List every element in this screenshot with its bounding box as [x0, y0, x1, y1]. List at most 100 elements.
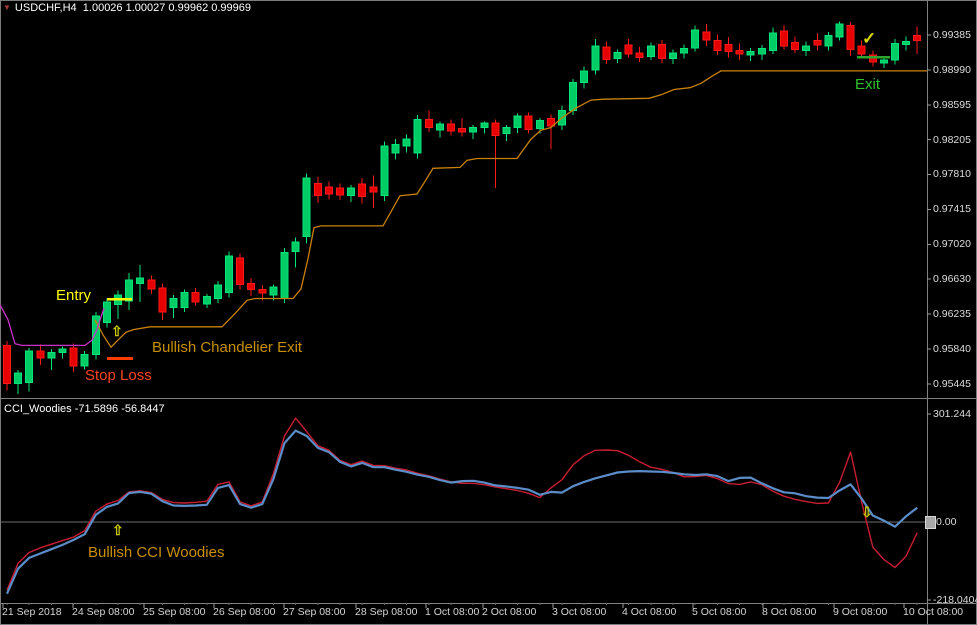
candle	[26, 351, 33, 383]
candle	[614, 52, 621, 58]
cci-current-value-marker	[925, 516, 936, 529]
candle	[192, 292, 199, 302]
candle	[325, 187, 332, 194]
candle	[636, 53, 643, 57]
chart-title: ▼ USDCHF,H4 1.00026 1.00027 0.99962 0.999…	[3, 3, 251, 14]
candle	[825, 35, 832, 46]
candle	[603, 47, 610, 59]
bullish_chandelier_exit	[95, 71, 927, 347]
candle	[758, 49, 765, 54]
candle	[126, 280, 133, 301]
candle	[48, 353, 55, 358]
mt4-chart-window: ▼ USDCHF,H4 1.00026 1.00027 0.99962 0.999…	[0, 0, 977, 625]
candle	[4, 345, 11, 383]
entry-line[interactable]	[107, 298, 132, 301]
candle	[248, 283, 255, 289]
time-tick-label: 24 Sep 08:00	[72, 607, 134, 618]
candle	[70, 348, 77, 366]
time-tick-label: 4 Oct 08:00	[622, 607, 676, 618]
time-tick-label: 3 Oct 08:00	[552, 607, 606, 618]
stop_loss-line[interactable]	[107, 357, 133, 360]
buy-arrow-icon[interactable]: ⇧	[111, 324, 123, 338]
candle	[481, 123, 488, 127]
time-tick-label: 9 Oct 08:00	[833, 607, 887, 618]
cci-down-arrow-icon[interactable]: ⇩	[861, 505, 873, 519]
frame-lines	[0, 0, 977, 625]
candle	[880, 60, 887, 63]
candle	[703, 32, 710, 40]
time-tick-label: 10 Oct 08:00	[903, 607, 963, 618]
candle	[425, 120, 432, 128]
price-tick-label: 0.99385	[933, 30, 971, 41]
candle	[414, 120, 421, 154]
candle	[37, 351, 44, 358]
time-tick-label: 1 Oct 08:00	[425, 607, 479, 618]
check-mark-icon[interactable]: ✓	[862, 30, 876, 47]
candle	[525, 116, 532, 129]
chart-dropdown-arrow-icon[interactable]: ▼	[3, 3, 11, 12]
time-tick-label: 21 Sep 2018	[2, 607, 62, 618]
time-tick-label: 25 Sep 08:00	[143, 607, 205, 618]
time-tick-label: 27 Sep 08:00	[283, 607, 345, 618]
candle	[658, 44, 665, 58]
candle	[303, 178, 310, 236]
candle	[81, 354, 88, 366]
candle	[769, 33, 776, 51]
candle	[503, 128, 510, 134]
candle	[725, 44, 732, 51]
bullish-cci-label[interactable]: Bullish CCI Woodies	[88, 545, 224, 560]
chart-symbol: USDCHF,H4	[15, 2, 77, 14]
candle	[470, 128, 477, 132]
cci-up-arrow-icon[interactable]: ⇧	[112, 523, 124, 537]
exit-line[interactable]	[857, 56, 890, 59]
candle	[103, 302, 110, 322]
price-tick-label: 0.98990	[933, 65, 971, 76]
candle	[903, 42, 910, 45]
candle	[181, 292, 188, 307]
candles-layer	[4, 21, 921, 394]
time-tick-label: 5 Oct 08:00	[692, 607, 746, 618]
cci-tick-label: 0.00	[936, 517, 956, 528]
candle	[148, 280, 155, 289]
cci_fast_red	[7, 418, 917, 590]
candle	[281, 252, 288, 298]
cci-tick-label: 301.244	[933, 409, 971, 420]
candle	[159, 288, 166, 312]
candle	[681, 49, 688, 53]
candle	[747, 51, 754, 55]
candle	[536, 120, 543, 128]
price-tick-label: 0.98595	[933, 100, 971, 111]
cci-indicator-label: CCI_Woodies -71.5896 -56.8447	[4, 404, 165, 415]
exit-label[interactable]: Exit	[855, 77, 880, 92]
chandelier-exit-label[interactable]: Bullish Chandelier Exit	[152, 340, 302, 355]
candle	[259, 290, 266, 294]
stop-loss-label[interactable]: Stop Loss	[85, 368, 152, 383]
candle	[581, 71, 588, 83]
chart-quotes: 1.00026 1.00027 0.99962 0.99969	[83, 2, 251, 14]
candle	[448, 124, 455, 131]
price-tick-label: 0.95445	[933, 379, 971, 390]
candle	[137, 278, 144, 283]
price-tick-label: 0.97810	[933, 169, 971, 180]
candle	[237, 258, 244, 285]
candle	[592, 46, 599, 70]
candle	[292, 242, 299, 252]
price-tick-label: 0.96630	[933, 274, 971, 285]
candle	[714, 41, 721, 51]
candle	[203, 297, 210, 304]
candle	[170, 298, 177, 307]
cci_slow_blue	[7, 431, 917, 594]
candle	[314, 183, 321, 195]
chart-canvas[interactable]	[0, 0, 977, 625]
candle	[270, 287, 277, 295]
entry-label[interactable]: Entry	[56, 288, 91, 303]
candle	[514, 116, 521, 128]
candle	[670, 53, 677, 58]
candle	[359, 184, 366, 196]
time-tick-label: 8 Oct 08:00	[762, 607, 816, 618]
candle	[781, 31, 788, 46]
candle	[647, 46, 654, 57]
candle	[370, 187, 377, 192]
price-tick-label: 0.96235	[933, 309, 971, 320]
candle	[214, 285, 221, 298]
